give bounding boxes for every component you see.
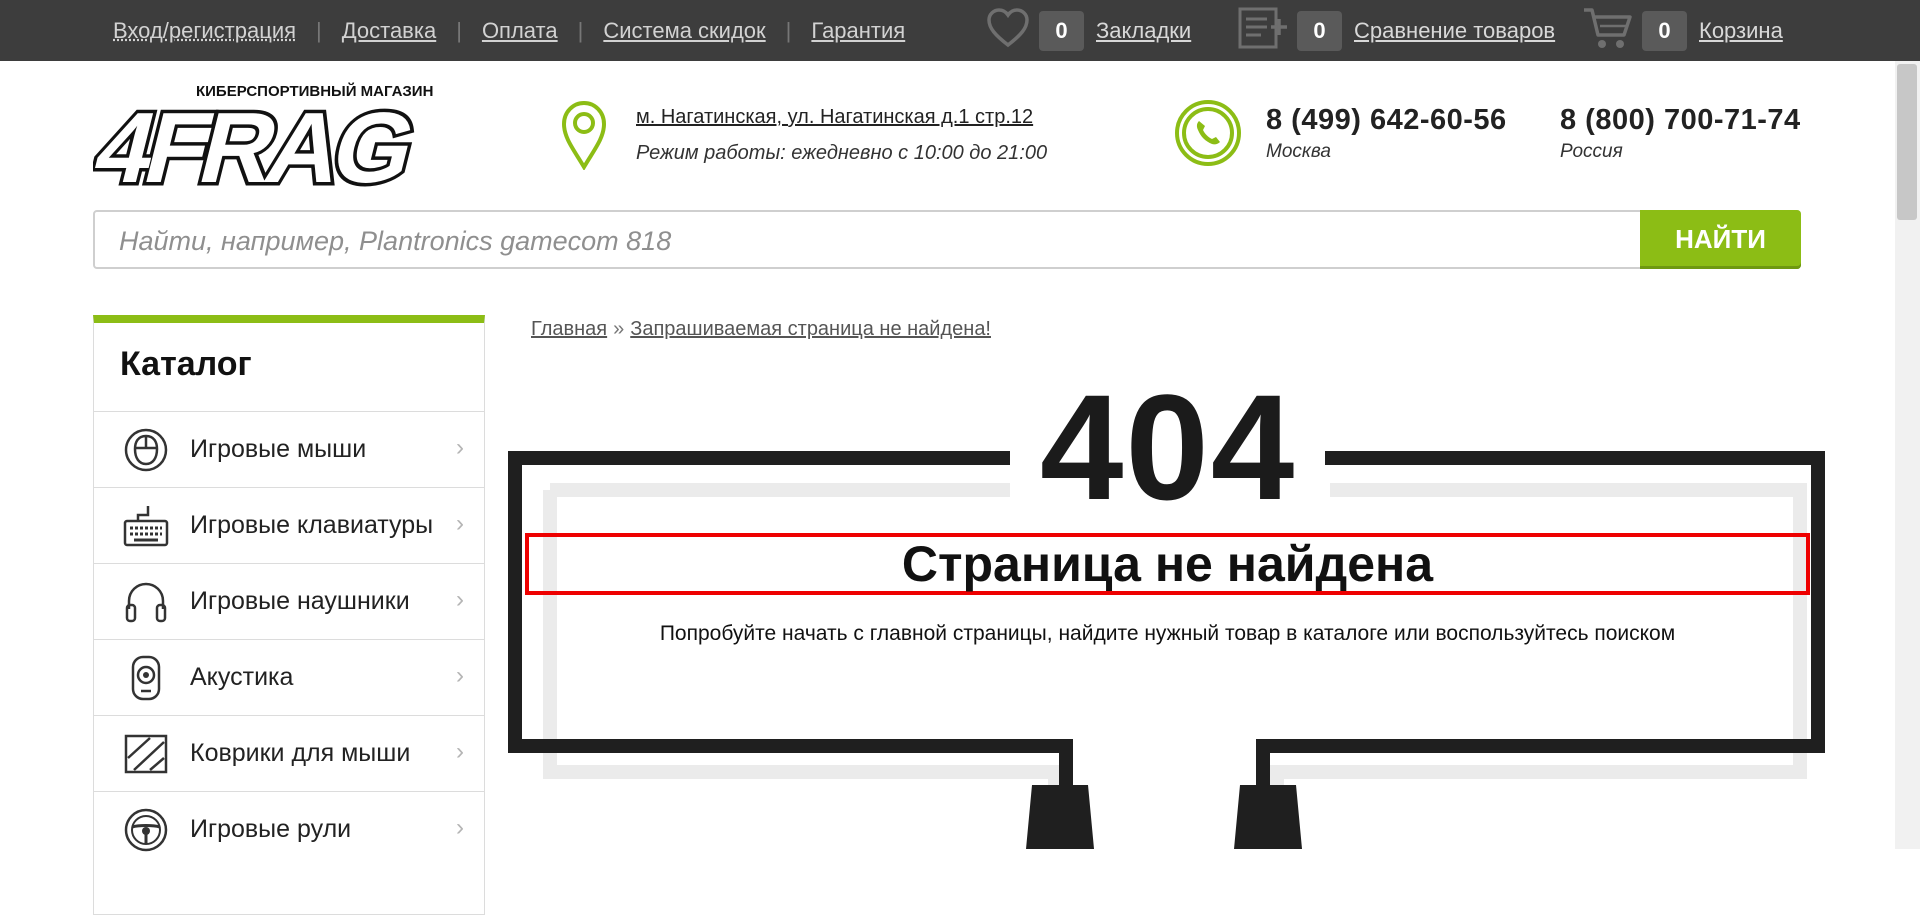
catalog-item-mice[interactable]: Игровые мыши › — [94, 411, 484, 487]
catalog-item-label: Коврики для мыши — [190, 739, 411, 767]
chevron-right-icon: › — [456, 510, 464, 537]
error-title: Страница не найдена — [525, 533, 1810, 595]
working-hours: Режим работы: ежедневно с 10:00 до 21:00 — [636, 142, 1048, 164]
catalog-item-keyboards[interactable]: Игровые клавиатуры › — [94, 487, 484, 563]
chevron-right-icon: › — [456, 434, 464, 461]
compare-list-icon — [1237, 5, 1289, 57]
chevron-right-icon: › — [456, 738, 464, 765]
search-bar: НАЙТИ — [93, 210, 1801, 269]
address-link[interactable]: м. Нагатинская, ул. Нагатинская д.1 стр.… — [636, 106, 1033, 129]
catalog-list: Игровые мыши › Игровые клавиатуры › Игро… — [94, 411, 484, 867]
headphones-icon — [122, 578, 170, 626]
bookmarks-count: 0 — [1039, 10, 1084, 51]
delivery-link[interactable]: Доставка — [342, 18, 436, 44]
speaker-icon — [122, 654, 170, 702]
catalog-item-wheels[interactable]: Игровые рули › — [94, 791, 484, 867]
site-logo[interactable]: КИБЕРСПОРТИВНЫЙ МАГАЗИН 4FRAG — [81, 82, 433, 207]
phone-number[interactable]: 8 (499) 642-60-56 — [1266, 104, 1507, 137]
catalog-item-headphones[interactable]: Игровые наушники › — [94, 563, 484, 639]
breadcrumb-current[interactable]: Запрашиваемая страница не найдена! — [630, 318, 991, 340]
error-code: 404 — [1040, 363, 1297, 531]
cart-widget[interactable]: 0 Корзина — [1582, 0, 1783, 61]
catalog-item-label: Игровые рули — [190, 815, 352, 843]
catalog-item-label: Игровые клавиатуры — [190, 511, 434, 539]
phone-city: Москва — [1266, 141, 1331, 162]
phone-icon — [1174, 99, 1242, 172]
error-description: Попробуйте начать с главной страницы, на… — [659, 622, 1676, 645]
phone-russia: 8 (800) 700-71-74 Россия — [1560, 104, 1801, 163]
separator: | — [577, 17, 584, 43]
chevron-right-icon: › — [456, 814, 464, 841]
mouse-icon — [122, 426, 170, 474]
separator: | — [316, 17, 322, 43]
heart-icon — [985, 5, 1031, 57]
logo-wordmark: 4FRAG — [93, 91, 422, 190]
map-pin-icon — [560, 100, 608, 175]
breadcrumb-separator: » — [613, 318, 625, 340]
catalog-item-label: Игровые мыши — [190, 435, 367, 463]
top-bar: Вход/регистрация | Доставка | Оплата | С… — [0, 0, 1920, 61]
catalog-item-mousepads[interactable]: Коврики для мыши › — [94, 715, 484, 791]
separator: | — [456, 17, 462, 43]
compare-link[interactable]: Сравнение товаров — [1354, 18, 1555, 44]
payment-link[interactable]: Оплата — [482, 18, 558, 44]
catalog-sidebar: Каталог Игровые мыши › Игровые клавиатур… — [93, 315, 485, 915]
mousepad-icon — [122, 730, 170, 778]
separator: | — [785, 17, 792, 43]
breadcrumb: Главная » Запрашиваемая страница не найден… — [531, 318, 991, 341]
phone-city: Россия — [1560, 141, 1623, 162]
catalog-item-label: Акустика — [190, 663, 294, 691]
chevron-right-icon: › — [456, 586, 464, 613]
steering-wheel-icon — [122, 806, 170, 854]
phone-moscow: 8 (499) 642-60-56 Москва — [1266, 104, 1507, 163]
scrollbar-thumb[interactable] — [1897, 64, 1917, 220]
cart-link[interactable]: Корзина — [1699, 18, 1783, 44]
discounts-link[interactable]: Система скидок — [603, 18, 765, 44]
compare-count: 0 — [1297, 10, 1342, 51]
catalog-title: Каталог — [120, 345, 252, 383]
catalog-item-speakers[interactable]: Акустика › — [94, 639, 484, 715]
cart-count: 0 — [1642, 10, 1687, 51]
bookmarks-link[interactable]: Закладки — [1096, 18, 1191, 44]
login-link[interactable]: Вход/регистрация — [113, 18, 296, 44]
breadcrumb-home[interactable]: Главная — [531, 318, 607, 340]
phone-number[interactable]: 8 (800) 700-71-74 — [1560, 104, 1801, 137]
keyboard-icon — [122, 502, 170, 550]
search-input[interactable] — [117, 220, 1721, 262]
catalog-item-label: Игровые наушники — [190, 587, 410, 615]
cart-icon — [1582, 5, 1634, 57]
top-links: Вход/регистрация | Доставка | Оплата | С… — [113, 0, 905, 61]
search-button[interactable]: НАЙТИ — [1640, 210, 1801, 269]
warranty-link[interactable]: Гарантия — [811, 18, 905, 44]
chevron-right-icon: › — [456, 662, 464, 689]
bookmarks-widget[interactable]: 0 Закладки — [985, 0, 1191, 61]
compare-widget[interactable]: 0 Сравнение товаров — [1237, 0, 1555, 61]
